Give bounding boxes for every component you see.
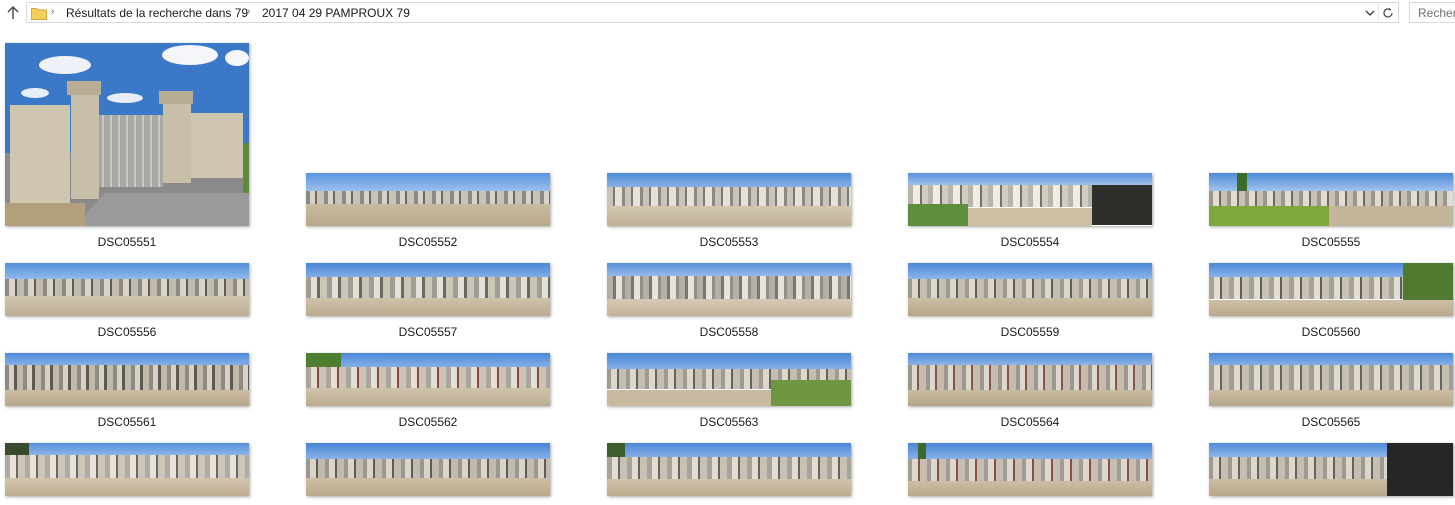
file-item[interactable]: DSC05560 (1209, 263, 1455, 343)
thumbnail-image[interactable] (1209, 443, 1453, 496)
address-bar[interactable]: › Résultats de la recherche dans 79 › 20… (26, 2, 1399, 23)
file-item[interactable]: DSC05556 (5, 263, 251, 343)
up-button[interactable] (3, 3, 23, 23)
thumbnail-image[interactable] (5, 263, 249, 316)
address-toolbar: › Résultats de la recherche dans 79 › 20… (0, 0, 1455, 26)
file-name[interactable]: DSC05554 (907, 235, 1153, 249)
thumbnail-image[interactable] (908, 353, 1152, 406)
breadcrumb-current-folder[interactable]: 2017 04 29 PAMPROUX 79 (262, 6, 410, 20)
thumbnail-image[interactable] (607, 173, 851, 226)
file-name[interactable]: DSC05559 (907, 325, 1153, 339)
thumbnail-image[interactable] (908, 263, 1152, 316)
search-placeholder: Recher (1418, 6, 1455, 20)
file-item[interactable] (908, 443, 1154, 505)
refresh-icon (1383, 7, 1393, 18)
file-name[interactable]: DSC05556 (4, 325, 250, 339)
file-item[interactable]: DSC05557 (306, 263, 552, 343)
thumbnail-image[interactable] (607, 443, 851, 496)
thumbnail-image-gate[interactable] (5, 43, 249, 226)
file-item[interactable]: DSC05554 (908, 173, 1154, 253)
file-name[interactable]: DSC05555 (1208, 235, 1454, 249)
arrow-up-icon (7, 6, 19, 19)
file-name[interactable]: DSC05561 (4, 415, 250, 429)
thumbnail-image[interactable] (908, 443, 1152, 496)
folder-icon (31, 8, 47, 20)
file-name[interactable]: DSC05558 (606, 325, 852, 339)
file-item[interactable] (306, 443, 552, 505)
file-item[interactable] (5, 443, 251, 505)
file-item[interactable]: DSC05559 (908, 263, 1154, 343)
thumbnail-image[interactable] (306, 173, 550, 226)
file-item[interactable]: DSC05551 (5, 43, 251, 253)
file-item[interactable]: DSC05562 (306, 353, 552, 433)
search-box[interactable]: Recher (1409, 2, 1455, 23)
file-item[interactable]: DSC05565 (1209, 353, 1455, 433)
file-name[interactable]: DSC05560 (1208, 325, 1454, 339)
chevron-right-icon[interactable]: › (51, 6, 54, 17)
chevron-down-icon (1365, 10, 1375, 16)
file-item[interactable]: DSC05561 (5, 353, 251, 433)
file-name[interactable]: DSC05562 (305, 415, 551, 429)
file-item[interactable] (607, 443, 853, 505)
file-name[interactable]: DSC05552 (305, 235, 551, 249)
address-dropdown-button[interactable] (1362, 3, 1378, 22)
thumbnail-image[interactable] (5, 443, 249, 496)
thumbnail-image[interactable] (607, 353, 851, 406)
thumbnail-image[interactable] (1209, 353, 1453, 406)
file-name[interactable]: DSC05557 (305, 325, 551, 339)
thumbnail-image[interactable] (306, 263, 550, 316)
refresh-button[interactable] (1378, 3, 1397, 22)
breadcrumb-search-results[interactable]: Résultats de la recherche dans 79 (66, 6, 248, 20)
thumbnail-image[interactable] (1209, 173, 1453, 226)
thumbnail-image[interactable] (306, 353, 550, 406)
thumbnail-image[interactable] (1209, 263, 1453, 316)
file-grid: DSC05551 DSC05552 DSC05553 DSC05554 DSC0… (0, 26, 1455, 505)
file-name[interactable]: DSC05553 (606, 235, 852, 249)
file-item[interactable]: DSC05558 (607, 263, 853, 343)
thumbnail-image[interactable] (607, 263, 851, 316)
file-item[interactable] (1209, 443, 1455, 505)
thumbnail-image[interactable] (5, 353, 249, 406)
file-item[interactable]: DSC05564 (908, 353, 1154, 433)
file-name[interactable]: DSC05564 (907, 415, 1153, 429)
file-name[interactable]: DSC05563 (606, 415, 852, 429)
chevron-right-icon[interactable]: › (247, 6, 250, 17)
thumbnail-image[interactable] (306, 443, 550, 496)
file-item[interactable]: DSC05555 (1209, 173, 1455, 253)
file-name[interactable]: DSC05565 (1208, 415, 1454, 429)
file-item[interactable]: DSC05553 (607, 173, 853, 253)
file-name[interactable]: DSC05551 (4, 235, 250, 249)
file-item[interactable]: DSC05552 (306, 173, 552, 253)
thumbnail-image[interactable] (908, 173, 1152, 226)
file-item[interactable]: DSC05563 (607, 353, 853, 433)
